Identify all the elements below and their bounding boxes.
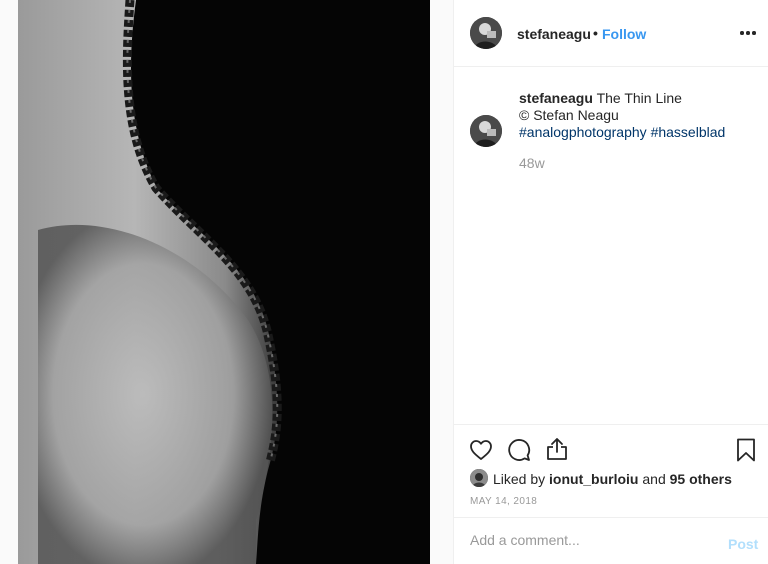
- share-icon[interactable]: [545, 437, 569, 461]
- bookmark-icon[interactable]: [736, 438, 756, 462]
- post-date[interactable]: MAY 14, 2018: [470, 496, 537, 507]
- heart-icon[interactable]: [469, 438, 493, 462]
- user-avatar-icon: [470, 17, 502, 49]
- author-username[interactable]: stefaneagu: [517, 26, 591, 42]
- post-image-graphic: [18, 0, 430, 564]
- more-options-icon[interactable]: [740, 31, 756, 35]
- caption-avatar[interactable]: [470, 115, 502, 147]
- liker-avatar[interactable]: [470, 469, 488, 487]
- post-caption: stefaneagu The Thin Line © Stefan Neagu …: [519, 90, 759, 141]
- post-image[interactable]: [18, 0, 430, 564]
- user-avatar-icon: [470, 469, 488, 487]
- likes-prefix: Liked by: [493, 471, 546, 487]
- comment-box: [454, 517, 768, 561]
- caption-username[interactable]: stefaneagu: [519, 90, 593, 106]
- likes-others-link[interactable]: 95 others: [670, 471, 732, 487]
- post-detail-panel: stefaneagu • Follow stefaneagu The Thin …: [453, 0, 768, 564]
- follow-button[interactable]: Follow: [602, 26, 646, 42]
- post-comment-button[interactable]: Post: [728, 536, 758, 552]
- comment-icon[interactable]: [507, 438, 531, 462]
- follow-separator: •: [593, 25, 598, 41]
- caption-time-ago[interactable]: 48w: [519, 155, 545, 171]
- hashtag-link[interactable]: #analogphotography: [519, 124, 647, 140]
- post-header: stefaneagu • Follow: [454, 0, 768, 67]
- likes-summary: Liked by ionut_burloiu and 95 others: [493, 471, 732, 487]
- author-avatar[interactable]: [470, 17, 502, 49]
- photo-area: [0, 0, 453, 564]
- hashtag-link[interactable]: #hasselblad: [651, 124, 726, 140]
- likes-and: and: [642, 471, 666, 487]
- caption-title: The Thin Line: [596, 90, 682, 106]
- user-avatar-icon: [470, 115, 502, 147]
- liker-username[interactable]: ionut_burloiu: [549, 471, 638, 487]
- caption-credit: © Stefan Neagu: [519, 107, 619, 123]
- post-actions: Liked by ionut_burloiu and 95 others MAY…: [454, 424, 768, 560]
- comment-input[interactable]: [470, 530, 710, 550]
